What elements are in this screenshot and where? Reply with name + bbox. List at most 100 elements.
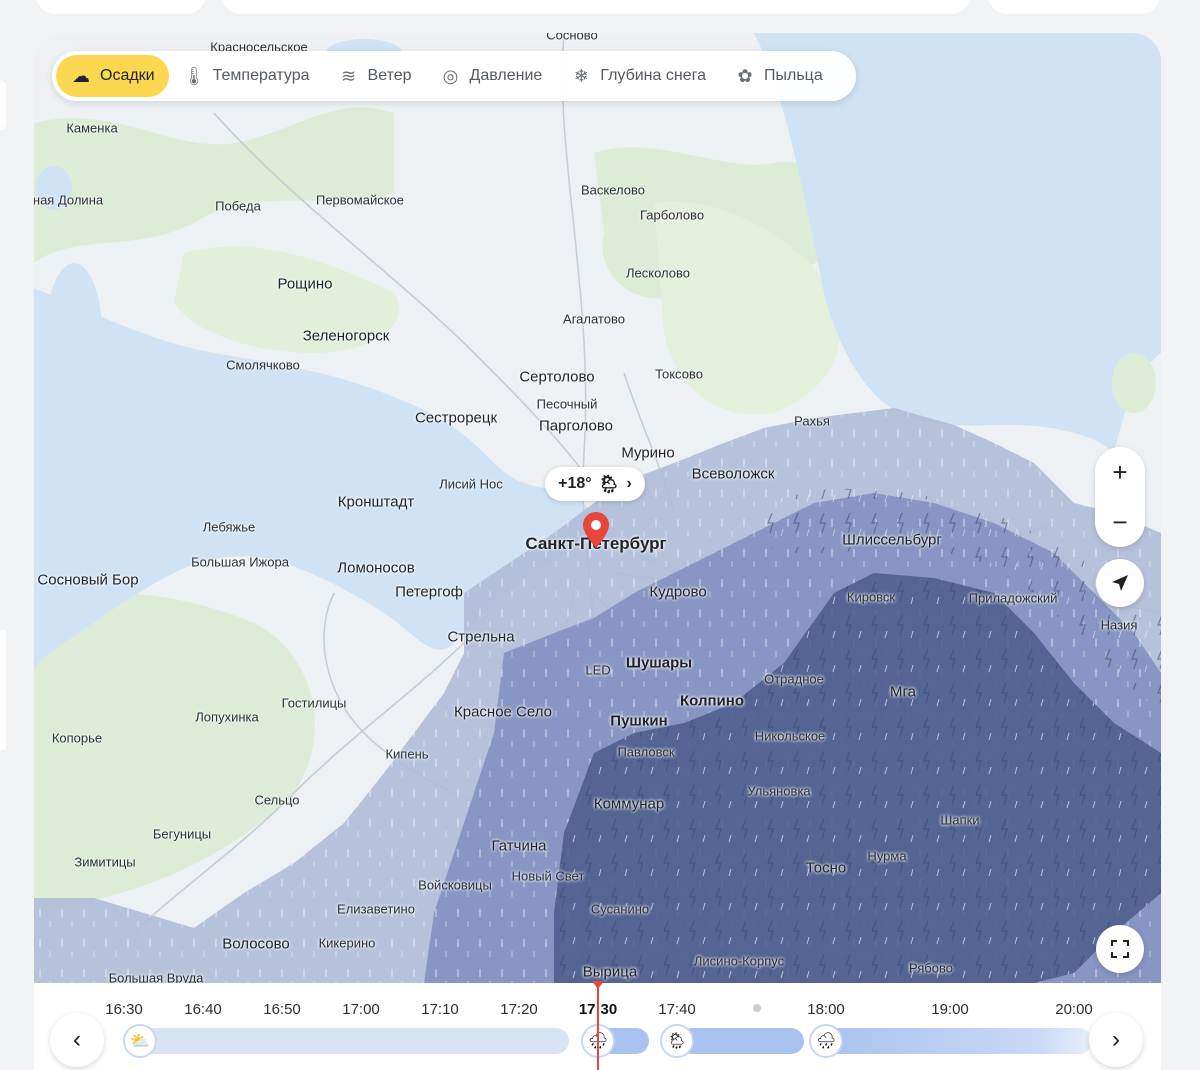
place-label: Мга <box>890 683 916 701</box>
time-label: 16:30 <box>105 1001 143 1018</box>
time-label: 16:50 <box>263 1001 301 1018</box>
tab-snow-depth[interactable]: ❄ Глубина снега <box>556 55 720 97</box>
time-label: 17:20 <box>500 1001 538 1018</box>
fullscreen-icon <box>1111 940 1129 958</box>
place-label: Васкелово <box>581 182 645 198</box>
chevron-left-icon: ‹ <box>73 1026 81 1053</box>
place-label: Всеволожск <box>691 465 775 483</box>
partly-cloudy-icon[interactable]: ⛅ <box>123 1024 157 1058</box>
place-label: Лесколово <box>626 265 690 281</box>
timeline-track-segment[interactable] <box>679 1028 804 1054</box>
place-label: Сосновый Бор <box>37 571 139 589</box>
time-label: 17:10 <box>421 1001 459 1018</box>
place-label: Гатчина <box>491 837 547 855</box>
timeline-track-past[interactable] <box>124 1028 569 1054</box>
place-label: Назия <box>1100 617 1138 633</box>
rain-cloud-icon[interactable]: 🌧 <box>809 1024 843 1058</box>
map-canvas[interactable]: Красносельское Сосново Каменка ная Долин… <box>34 33 1161 983</box>
locate-button[interactable] <box>1096 559 1144 607</box>
tab-precipitation[interactable]: ☁ Осадки <box>56 55 169 97</box>
place-label: Каменка <box>66 120 118 136</box>
place-label: ная Долина <box>34 192 104 208</box>
tab-wind[interactable]: ≋ Ветер <box>324 55 426 97</box>
place-label: Кикерино <box>318 935 376 951</box>
place-label: Рощино <box>277 275 333 293</box>
place-label: Смолячково <box>226 357 300 373</box>
timeline-cursor-marker <box>592 981 604 989</box>
place-label: Шлиссельбург <box>842 531 942 549</box>
place-label: Ломоносов <box>337 559 415 577</box>
place-label: Бегуницы <box>152 826 212 842</box>
place-label: Кронштадт <box>337 493 415 511</box>
timeline-prev-button[interactable]: ‹ <box>50 1013 104 1067</box>
tab-label: Давление <box>469 67 543 84</box>
place-label: Новый Свет <box>511 868 585 884</box>
tab-pollen[interactable]: ✿ Пыльца <box>720 55 837 97</box>
temperature-value: +18° <box>558 475 592 492</box>
time-label: 16:40 <box>184 1001 222 1018</box>
rain-cloud-icon[interactable]: 🌦 <box>660 1024 694 1058</box>
place-label: Приладожский <box>968 590 1058 606</box>
location-pin-icon[interactable] <box>582 511 610 549</box>
top-edge <box>0 0 1200 16</box>
place-label: Ульяновка <box>747 783 811 799</box>
place-label: Сельцо <box>254 792 300 808</box>
place-label: Лисино-Корпус <box>693 953 785 969</box>
place-label: Тосно <box>805 859 847 877</box>
thermometer-icon: 🌡 <box>182 65 206 86</box>
navigation-arrow-icon <box>1112 575 1128 591</box>
airport-label: LED <box>585 662 611 678</box>
place-label: Елизаветино <box>337 901 415 917</box>
time-label: 18:00 <box>807 1001 845 1018</box>
tab-label: Ветер <box>367 67 412 84</box>
pollen-icon: ✿ <box>737 65 753 86</box>
pressure-icon: ◎ <box>442 65 459 86</box>
timeline-next-button[interactable]: › <box>1089 1013 1143 1067</box>
place-label: Войсковицы <box>418 877 492 893</box>
fullscreen-button[interactable] <box>1096 925 1144 973</box>
place-label: Лисий Нос <box>439 476 503 492</box>
place-label: Никольское <box>754 728 826 744</box>
tab-pressure[interactable]: ◎ Давление <box>426 55 557 97</box>
place-label: Сосново <box>546 33 598 43</box>
place-label: Агалатово <box>563 311 625 327</box>
tab-temperature[interactable]: 🌡 Температура <box>169 55 324 97</box>
place-label: Лопухинка <box>195 709 259 725</box>
place-label: Песочный <box>536 396 598 412</box>
place-label: Рябово <box>909 960 953 976</box>
wind-icon: ≋ <box>340 65 357 86</box>
place-label: Сертолово <box>519 368 595 386</box>
rain-cloud-icon: 🌦 <box>597 473 621 494</box>
place-label: Отрадное <box>764 671 824 687</box>
place-label: Пушкин <box>610 712 668 730</box>
place-label: Коммунар <box>593 795 665 813</box>
place-label: Токсово <box>655 366 703 382</box>
time-label: 20:00 <box>1055 1001 1093 1018</box>
timeline-dot <box>753 1004 761 1012</box>
top-search-card <box>222 0 970 14</box>
place-label: Колпино <box>680 692 744 710</box>
timeline-cursor[interactable] <box>597 983 599 1070</box>
place-label: Волосово <box>222 935 290 953</box>
place-label: Гарболово <box>639 207 705 223</box>
place-label: Мурино <box>621 444 675 462</box>
layer-tabs: ☁ Осадки 🌡 Температура ≋ Ветер ◎ Давлени… <box>52 51 856 101</box>
place-label: Красное Село <box>454 703 552 721</box>
place-label: Копорье <box>51 730 103 746</box>
place-label: Нурма <box>867 848 907 864</box>
zoom-out-button[interactable]: − <box>1095 497 1145 547</box>
timeline-track-future[interactable] <box>824 1028 1092 1054</box>
place-label: Вырица <box>582 963 638 981</box>
precipitation-map-card: Красносельское Сосново Каменка ная Долин… <box>34 33 1161 1070</box>
place-label: Парголово <box>538 417 614 435</box>
weather-bubble[interactable]: +18° 🌦 › <box>545 467 645 501</box>
place-label: Стрельна <box>447 628 515 646</box>
zoom-in-button[interactable]: + <box>1095 447 1145 497</box>
place-label: Кудрово <box>649 583 707 601</box>
top-card-left <box>36 0 206 14</box>
place-label: Кипень <box>385 746 429 762</box>
tab-label: Осадки <box>100 67 155 84</box>
tab-label: Пыльца <box>763 67 823 84</box>
snowflake-icon: ❄ <box>573 65 589 86</box>
left-edge-card <box>0 80 6 130</box>
